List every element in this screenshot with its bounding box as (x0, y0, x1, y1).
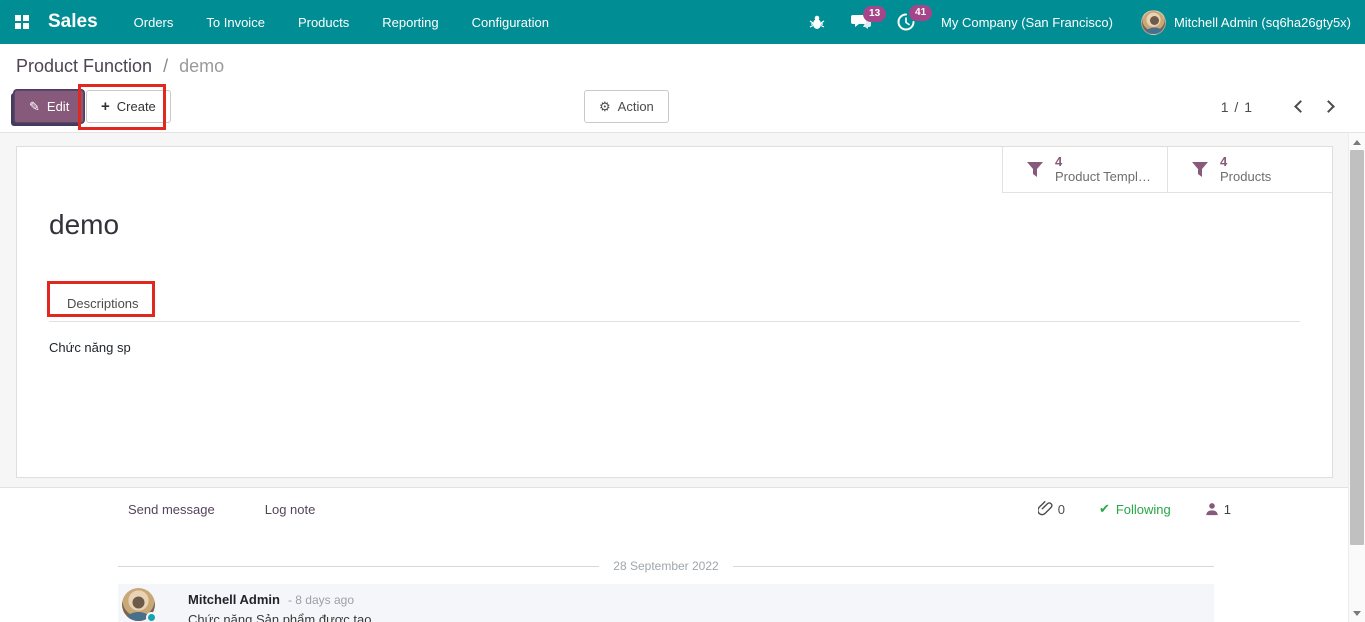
breadcrumb-parent[interactable]: Product Function (16, 56, 152, 76)
filter-funnel-icon (1027, 162, 1043, 177)
log-note-button[interactable]: Log note (255, 498, 326, 521)
chatter: Send message Log note 0 ✔ Following 1 28… (0, 487, 1348, 622)
plus-icon: + (101, 98, 110, 115)
scrollbar-thumb[interactable] (1350, 150, 1364, 545)
following-label: Following (1116, 502, 1171, 517)
online-status-dot (146, 612, 157, 622)
person-icon (1205, 502, 1219, 516)
apps-grid-icon[interactable] (14, 14, 30, 30)
message-timestamp: - 8 days ago (288, 593, 354, 607)
nav-item-products[interactable]: Products (298, 15, 349, 30)
message-row: Mitchell Admin - 8 days ago Chức năng Sả… (118, 584, 1214, 622)
breadcrumb-separator: / (163, 56, 168, 76)
paperclip-icon (1038, 501, 1053, 517)
action-button-label: Action (618, 99, 654, 114)
date-divider-label: 28 September 2022 (599, 559, 732, 573)
scrollbar-up-arrow[interactable] (1349, 134, 1365, 150)
user-menu[interactable]: Mitchell Admin (sq6ha26gty5x) (1141, 10, 1351, 35)
messages-count-badge: 13 (863, 6, 886, 22)
create-button-label: Create (117, 99, 156, 114)
nav-item-to-invoice[interactable]: To Invoice (206, 15, 265, 30)
activities-clock-icon[interactable]: 41 (897, 13, 915, 31)
action-button[interactable]: ⚙ Action (584, 90, 669, 123)
control-panel-buttons: ✎ Edit + Create ⚙ Action 1 / 1 (0, 90, 1365, 124)
pager-count: 1 / 1 (1221, 99, 1253, 115)
filter-funnel-icon (1192, 162, 1208, 177)
message-body: Chức năng Sản phẩm được tạo (188, 612, 371, 622)
followers-count: 1 (1224, 502, 1231, 517)
following-button[interactable]: ✔ Following (1099, 501, 1171, 517)
messages-icon[interactable]: 13 (851, 14, 871, 31)
scrollbar-down-arrow[interactable] (1349, 605, 1365, 621)
create-button[interactable]: + Create (86, 90, 171, 123)
stat-buttons: 4 Product Templ… 4 Products (1002, 147, 1332, 193)
gear-icon: ⚙ (599, 99, 611, 115)
record-title: demo (49, 209, 119, 241)
stat-value: 4 (1055, 154, 1151, 169)
activities-count-badge: 41 (909, 5, 932, 21)
stat-button-product-templates[interactable]: 4 Product Templ… (1002, 147, 1167, 193)
navbar-right: 13 41 My Company (San Francisco) Mitchel… (809, 10, 1365, 35)
vertical-scrollbar[interactable] (1348, 133, 1365, 622)
navbar-left: Sales Orders To Invoice Products Reporti… (0, 11, 582, 33)
nav-item-configuration[interactable]: Configuration (472, 15, 549, 30)
breadcrumb-current: demo (179, 56, 224, 76)
pager: 1 / 1 (1221, 90, 1343, 123)
nav-item-orders[interactable]: Orders (134, 15, 174, 30)
triangle-up-icon (1353, 140, 1361, 145)
debug-bug-icon[interactable] (809, 14, 825, 30)
check-icon: ✔ (1099, 501, 1110, 517)
attachments-button[interactable]: 0 (1038, 501, 1065, 517)
stat-text: 4 Products (1220, 154, 1277, 185)
message-author-avatar[interactable] (122, 588, 155, 621)
pager-next-button[interactable] (1317, 94, 1343, 120)
followers-button[interactable]: 1 (1205, 502, 1231, 517)
triangle-down-icon (1353, 611, 1361, 616)
control-panel: Product Function / demo ✎ Edit + Create … (0, 44, 1365, 133)
edit-button-label: Edit (47, 99, 69, 114)
chatter-topbar: Send message Log note 0 ✔ Following 1 (118, 497, 1231, 521)
stat-label: Products (1220, 169, 1271, 185)
date-divider: 28 September 2022 (118, 559, 1214, 573)
edit-button[interactable]: ✎ Edit (14, 90, 84, 123)
breadcrumb: Product Function / demo (16, 56, 224, 77)
nav-item-reporting[interactable]: Reporting (382, 15, 438, 30)
form-view-area: 4 Product Templ… 4 Products demo Descrip… (0, 133, 1348, 487)
top-navbar: Sales Orders To Invoice Products Reporti… (0, 0, 1365, 44)
message-header: Mitchell Admin - 8 days ago (188, 592, 371, 607)
form-sheet: 4 Product Templ… 4 Products demo Descrip… (16, 146, 1333, 478)
user-name: Mitchell Admin (sq6ha26gty5x) (1174, 15, 1351, 30)
pencil-icon: ✎ (29, 99, 40, 115)
message-content: Mitchell Admin - 8 days ago Chức năng Sả… (188, 588, 371, 622)
chatter-right-tools: 0 ✔ Following 1 (1038, 501, 1231, 517)
user-avatar (1141, 10, 1166, 35)
stat-button-products[interactable]: 4 Products (1167, 147, 1332, 193)
screen: Sales Orders To Invoice Products Reporti… (0, 0, 1365, 622)
stat-text: 4 Product Templ… (1055, 154, 1157, 185)
notebook-tabs: Descriptions (49, 286, 1300, 322)
stat-label: Product Templ… (1055, 169, 1151, 185)
description-text: Chức năng sp (49, 340, 131, 355)
tab-descriptions[interactable]: Descriptions (49, 286, 157, 321)
attachments-count: 0 (1058, 502, 1065, 517)
message-author-name[interactable]: Mitchell Admin (188, 592, 280, 607)
stat-value: 4 (1220, 154, 1271, 169)
chevron-right-icon (1322, 100, 1335, 113)
pager-previous-button[interactable] (1285, 94, 1311, 120)
send-message-button[interactable]: Send message (118, 498, 225, 521)
company-switcher[interactable]: My Company (San Francisco) (941, 15, 1113, 30)
chevron-left-icon (1294, 100, 1307, 113)
app-name[interactable]: Sales (48, 11, 98, 33)
